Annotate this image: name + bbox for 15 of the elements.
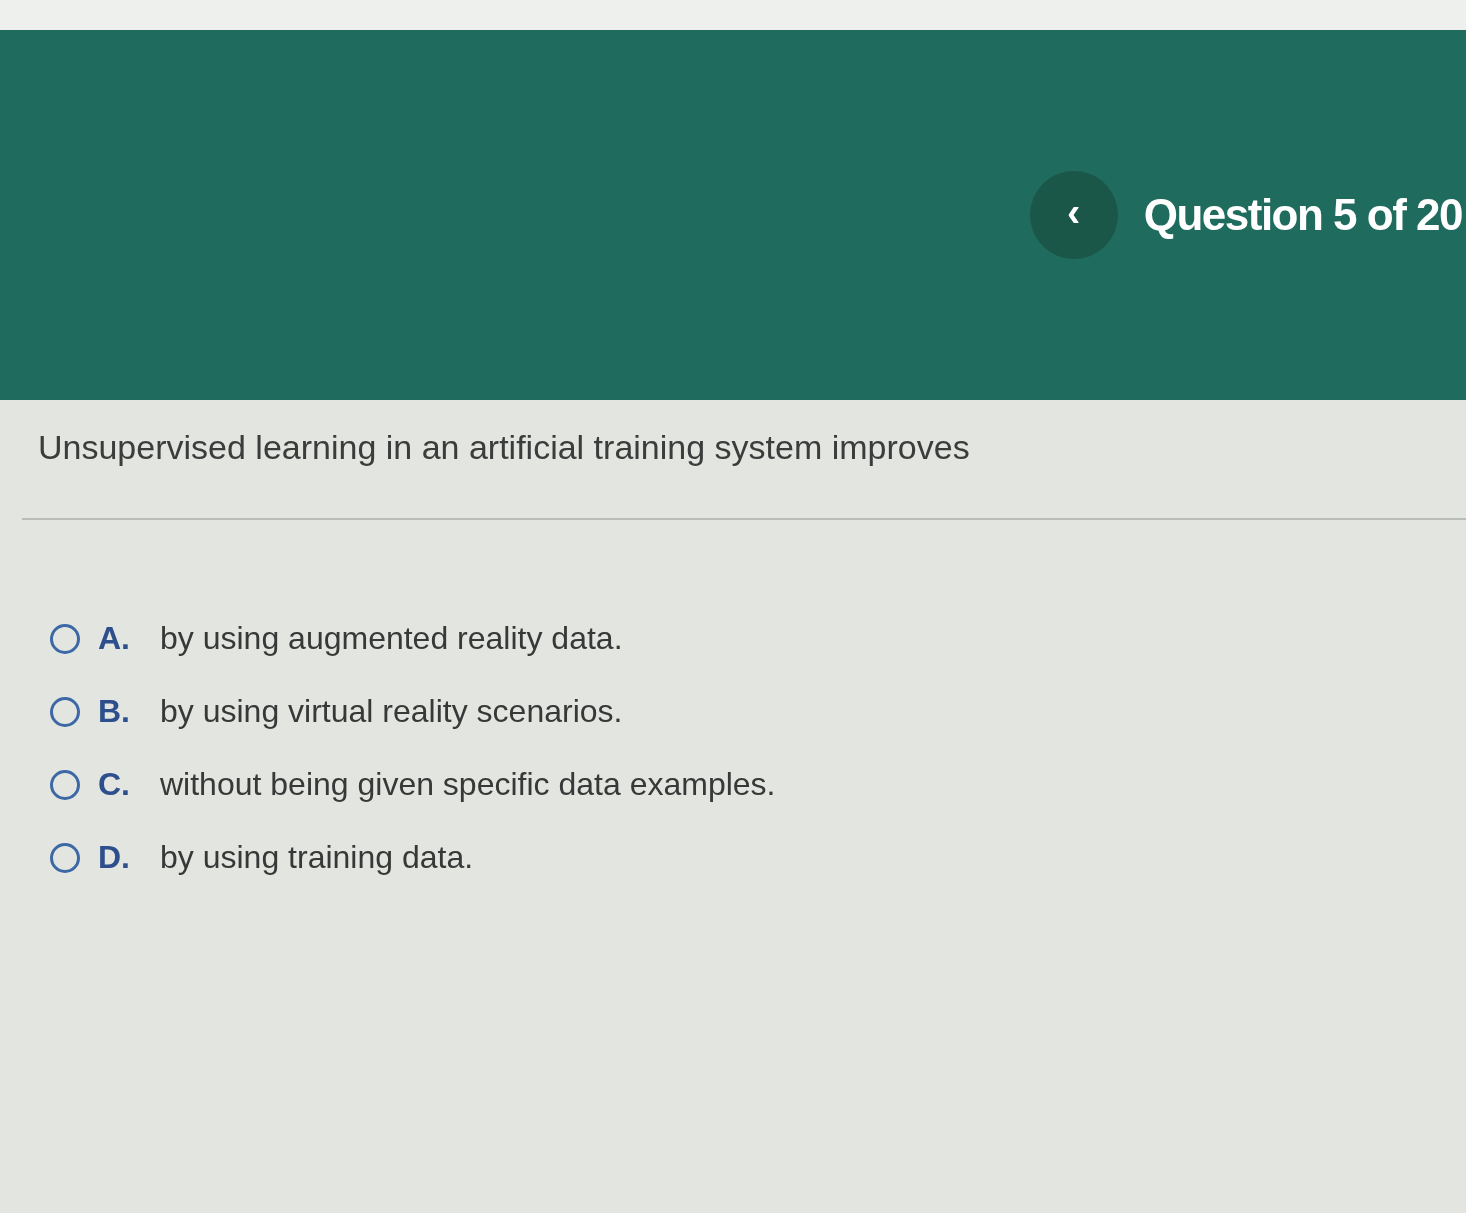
option-text[interactable]: by using augmented reality data.	[160, 620, 623, 657]
option-letter: D.	[98, 839, 131, 876]
question-counter: Question 5 of 20	[1143, 190, 1462, 240]
back-button[interactable]: ‹	[1029, 171, 1118, 259]
option-text[interactable]: by using virtual reality scenarios.	[160, 693, 623, 730]
option-letter: C.	[98, 766, 131, 803]
radio-button[interactable]	[50, 623, 80, 654]
question-text: Unsupervised learning in an artificial training system improves	[37, 427, 971, 468]
radio-button[interactable]	[50, 842, 80, 873]
option-letter: B.	[98, 693, 131, 730]
radio-button[interactable]	[50, 696, 80, 727]
option-text[interactable]: without being given specific data examples.	[160, 766, 776, 803]
radio-button[interactable]	[50, 769, 80, 800]
option-text[interactable]: by using training data.	[160, 839, 474, 876]
option-letter: A.	[98, 620, 131, 657]
